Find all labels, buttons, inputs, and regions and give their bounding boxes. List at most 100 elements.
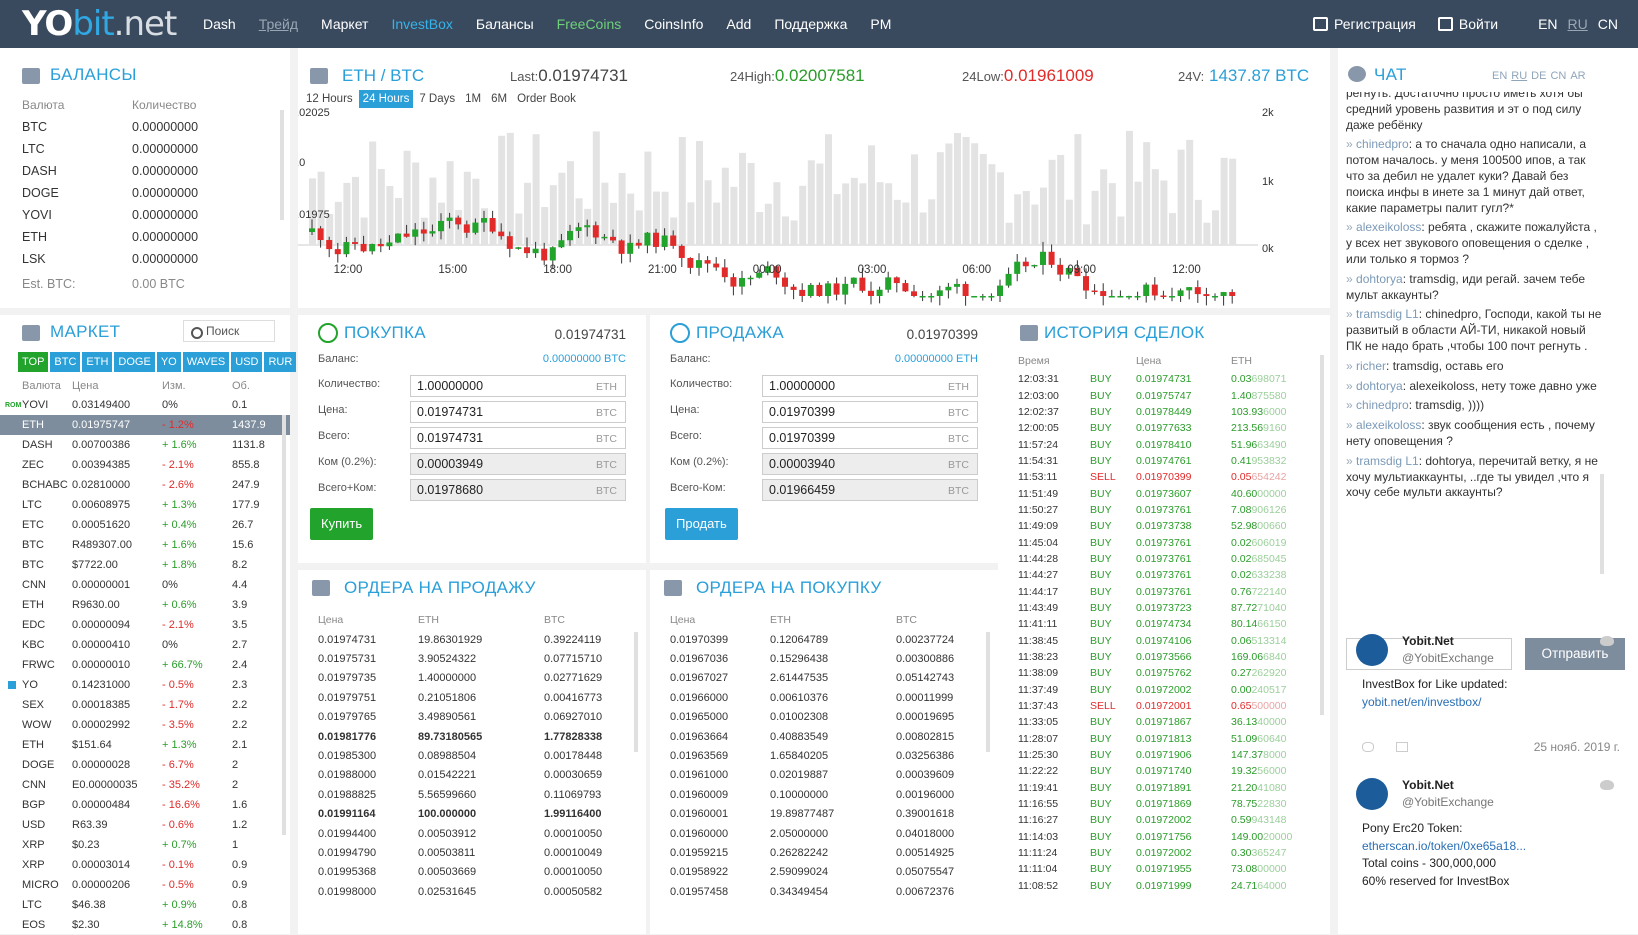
order-row[interactable]: 0.01994400 0.00503912 0.00010050 [318,824,644,843]
nav-item-1[interactable]: Трейд [259,16,298,32]
market-row[interactable]: FRWC 0.00000010 + 66.7% 2.4 [0,655,290,675]
order-row[interactable]: 0.01965000 0.01002308 0.00019695 [670,708,996,727]
buy-orders-scrollbar[interactable] [986,632,990,752]
order-row[interactable]: 0.01966000 0.00610376 0.00011999 [670,688,996,707]
tweet-link[interactable]: etherscan.io/token/0xe65a18... [1362,838,1526,856]
order-row[interactable]: 0.01967036 0.15296438 0.00300886 [670,649,996,668]
market-row[interactable]: SEX 0.00018385 - 1.7% 2.2 [0,695,290,715]
period-0[interactable]: 12 Hours [302,90,357,108]
sell-field-input[interactable]: 1.00000000 ETH [762,375,978,397]
order-row[interactable]: 0.01960000 2.05000000 0.04018000 [670,824,996,843]
period-5[interactable]: Order Book [513,90,580,108]
tweet-avatar[interactable] [1356,778,1388,810]
tweet-author[interactable]: Yobit.Net [1402,634,1454,648]
market-row[interactable]: DASH 0.00700386 + 1.6% 1131.8 [0,435,290,455]
market-row[interactable]: MICRO 0.00000206 - 0.5% 0.9 [0,875,290,895]
nav-item-3[interactable]: InvestBox [391,16,452,32]
market-row[interactable]: LTC 0.00608975 + 1.3% 177.9 [0,495,290,515]
chat-username[interactable]: tramsdig L1 [1356,454,1419,468]
market-tab-eth[interactable]: ETH [82,352,113,372]
tweet-author[interactable]: Yobit.Net [1402,778,1454,792]
order-row[interactable]: 0.01979735 1.40000000 0.02771629 [318,669,644,688]
lang-cn[interactable]: CN [1598,16,1618,32]
chat-lang-en[interactable]: EN [1492,70,1507,82]
chat-lang-de[interactable]: DE [1531,70,1546,82]
period-4[interactable]: 6M [487,90,511,108]
order-row[interactable]: 0.01975731 3.90524322 0.07715710 [318,649,644,668]
market-row[interactable]: LTC $46.38 + 0.9% 0.8 [0,895,290,915]
nav-item-6[interactable]: CoinsInfo [644,16,703,32]
market-row[interactable]: CNN E0.00000035 - 35.2% 2 [0,775,290,795]
tweet-handle[interactable]: @YobitExchange [1402,651,1494,665]
order-row[interactable]: 0.01995368 0.00503669 0.00010050 [318,863,644,882]
balances-scrollbar[interactable] [280,110,284,220]
market-tab-top[interactable]: TOP [18,352,49,372]
buy-balance-value[interactable]: 0.00000000 BTC [543,353,626,365]
market-row[interactable]: ZEC 0.00394385 - 2.1% 855.8 [0,455,290,475]
chat-username[interactable]: chinedpro [1356,398,1409,412]
market-row[interactable]: USD R63.39 - 0.6% 1.2 [0,815,290,835]
market-row[interactable]: BTC R489307.00 + 1.6% 15.6 [0,535,290,555]
order-row[interactable]: 0.01988000 0.01542221 0.00030659 [318,766,644,785]
tweet-link[interactable]: yobit.net/en/investbox/ [1362,694,1507,712]
market-row[interactable]: WOW 0.00002992 - 3.5% 2.2 [0,715,290,735]
chat-username[interactable]: alexeikoloss [1356,220,1421,234]
market-row[interactable]: ETH R9630.00 + 0.6% 3.9 [0,595,290,615]
order-row[interactable]: 0.01998000 0.02531645 0.00050582 [318,882,644,901]
tweet-share-icon[interactable] [1396,742,1408,752]
order-row[interactable]: 0.01988825 5.56599660 0.11069793 [318,785,644,804]
chat-username[interactable]: dohtorya [1356,272,1403,286]
sell-balance-value[interactable]: 0.00000000 ETH [895,353,978,365]
order-row[interactable]: 0.01961000 0.02019887 0.00039609 [670,766,996,785]
register-link[interactable]: Регистрация [1313,16,1416,32]
nav-item-5[interactable]: FreeCoins [557,16,622,32]
market-row[interactable]: XRP 0.00003014 - 0.1% 0.9 [0,855,290,875]
order-row[interactable]: 0.01959215 0.26282242 0.00514925 [670,843,996,862]
order-row[interactable]: 0.01991164 100.000000 1.99116400 [318,805,644,824]
market-row[interactable]: BTC $7722.00 + 1.8% 8.2 [0,555,290,575]
order-row[interactable]: 0.01957458 0.34349454 0.00672376 [670,882,996,901]
market-tab-btc[interactable]: BTC [50,352,81,372]
market-scrollbar[interactable] [282,415,286,835]
market-row[interactable]: ROM YOVI 0.03149400 0% 0.1 [0,395,290,415]
chat-username[interactable]: alexeikoloss [1356,418,1421,432]
period-2[interactable]: 7 Days [415,90,459,108]
order-row[interactable]: 0.01994790 0.00503811 0.00010049 [318,843,644,862]
lang-ru[interactable]: RU [1568,16,1588,32]
chat-scrollbar[interactable] [1600,474,1604,574]
period-3[interactable]: 1M [461,90,485,108]
chat-username[interactable]: chinedpro [1356,137,1409,151]
market-row[interactable]: ETH 0.01975747 - 1.2% 1437.9 [0,415,290,435]
tweet-avatar[interactable] [1356,634,1388,666]
buy-field-input[interactable]: 0.01974731 BTC [410,427,626,449]
nav-item-4[interactable]: Балансы [476,16,534,32]
order-row[interactable]: 0.01979765 3.49890561 0.06927010 [318,708,644,727]
market-row[interactable]: EOS $2.30 + 14.8% 0.8 [0,915,290,935]
sell-button[interactable]: Продать [665,508,738,540]
market-row[interactable]: ETC 0.00051620 + 0.4% 26.7 [0,515,290,535]
chat-lang-ar[interactable]: AR [1570,70,1585,82]
chat-lang-cn[interactable]: CN [1550,70,1566,82]
chat-username[interactable]: tramsdig L1 [1356,307,1419,321]
sell-field-input[interactable]: 0.01970399 BTC [762,427,978,449]
tweet-handle[interactable]: @YobitExchange [1402,795,1494,809]
nav-item-2[interactable]: Маркет [321,16,368,32]
market-row[interactable]: YO 0.14231000 - 0.5% 2.3 [0,675,290,695]
market-row[interactable]: BCHABC 0.02810000 - 2.6% 247.9 [0,475,290,495]
market-tab-rur[interactable]: RUR [264,352,297,372]
order-row[interactable]: 0.01963569 1.65840205 0.03256386 [670,746,996,765]
order-row[interactable]: 0.01960001 19.89877487 0.39001618 [670,805,996,824]
market-search-input[interactable]: Поиск [183,320,275,342]
chat-username[interactable]: richer [1356,359,1386,373]
order-row[interactable]: 0.01967027 2.61447535 0.05142743 [670,669,996,688]
sell-orders-scrollbar[interactable] [634,632,638,752]
nav-item-9[interactable]: PM [870,16,891,32]
nav-item-7[interactable]: Add [726,16,751,32]
market-tab-yo[interactable]: YO [156,352,181,372]
market-tab-doge[interactable]: DOGE [114,352,155,372]
market-row[interactable]: ETH $151.64 + 1.3% 2.1 [0,735,290,755]
market-row[interactable]: BGP 0.00000484 - 16.6% 1.6 [0,795,290,815]
market-row[interactable]: EDC 0.00000094 - 2.1% 3.5 [0,615,290,635]
login-link[interactable]: Войти [1437,16,1498,32]
buy-field-input[interactable]: 1.00000000 ETH [410,375,626,397]
